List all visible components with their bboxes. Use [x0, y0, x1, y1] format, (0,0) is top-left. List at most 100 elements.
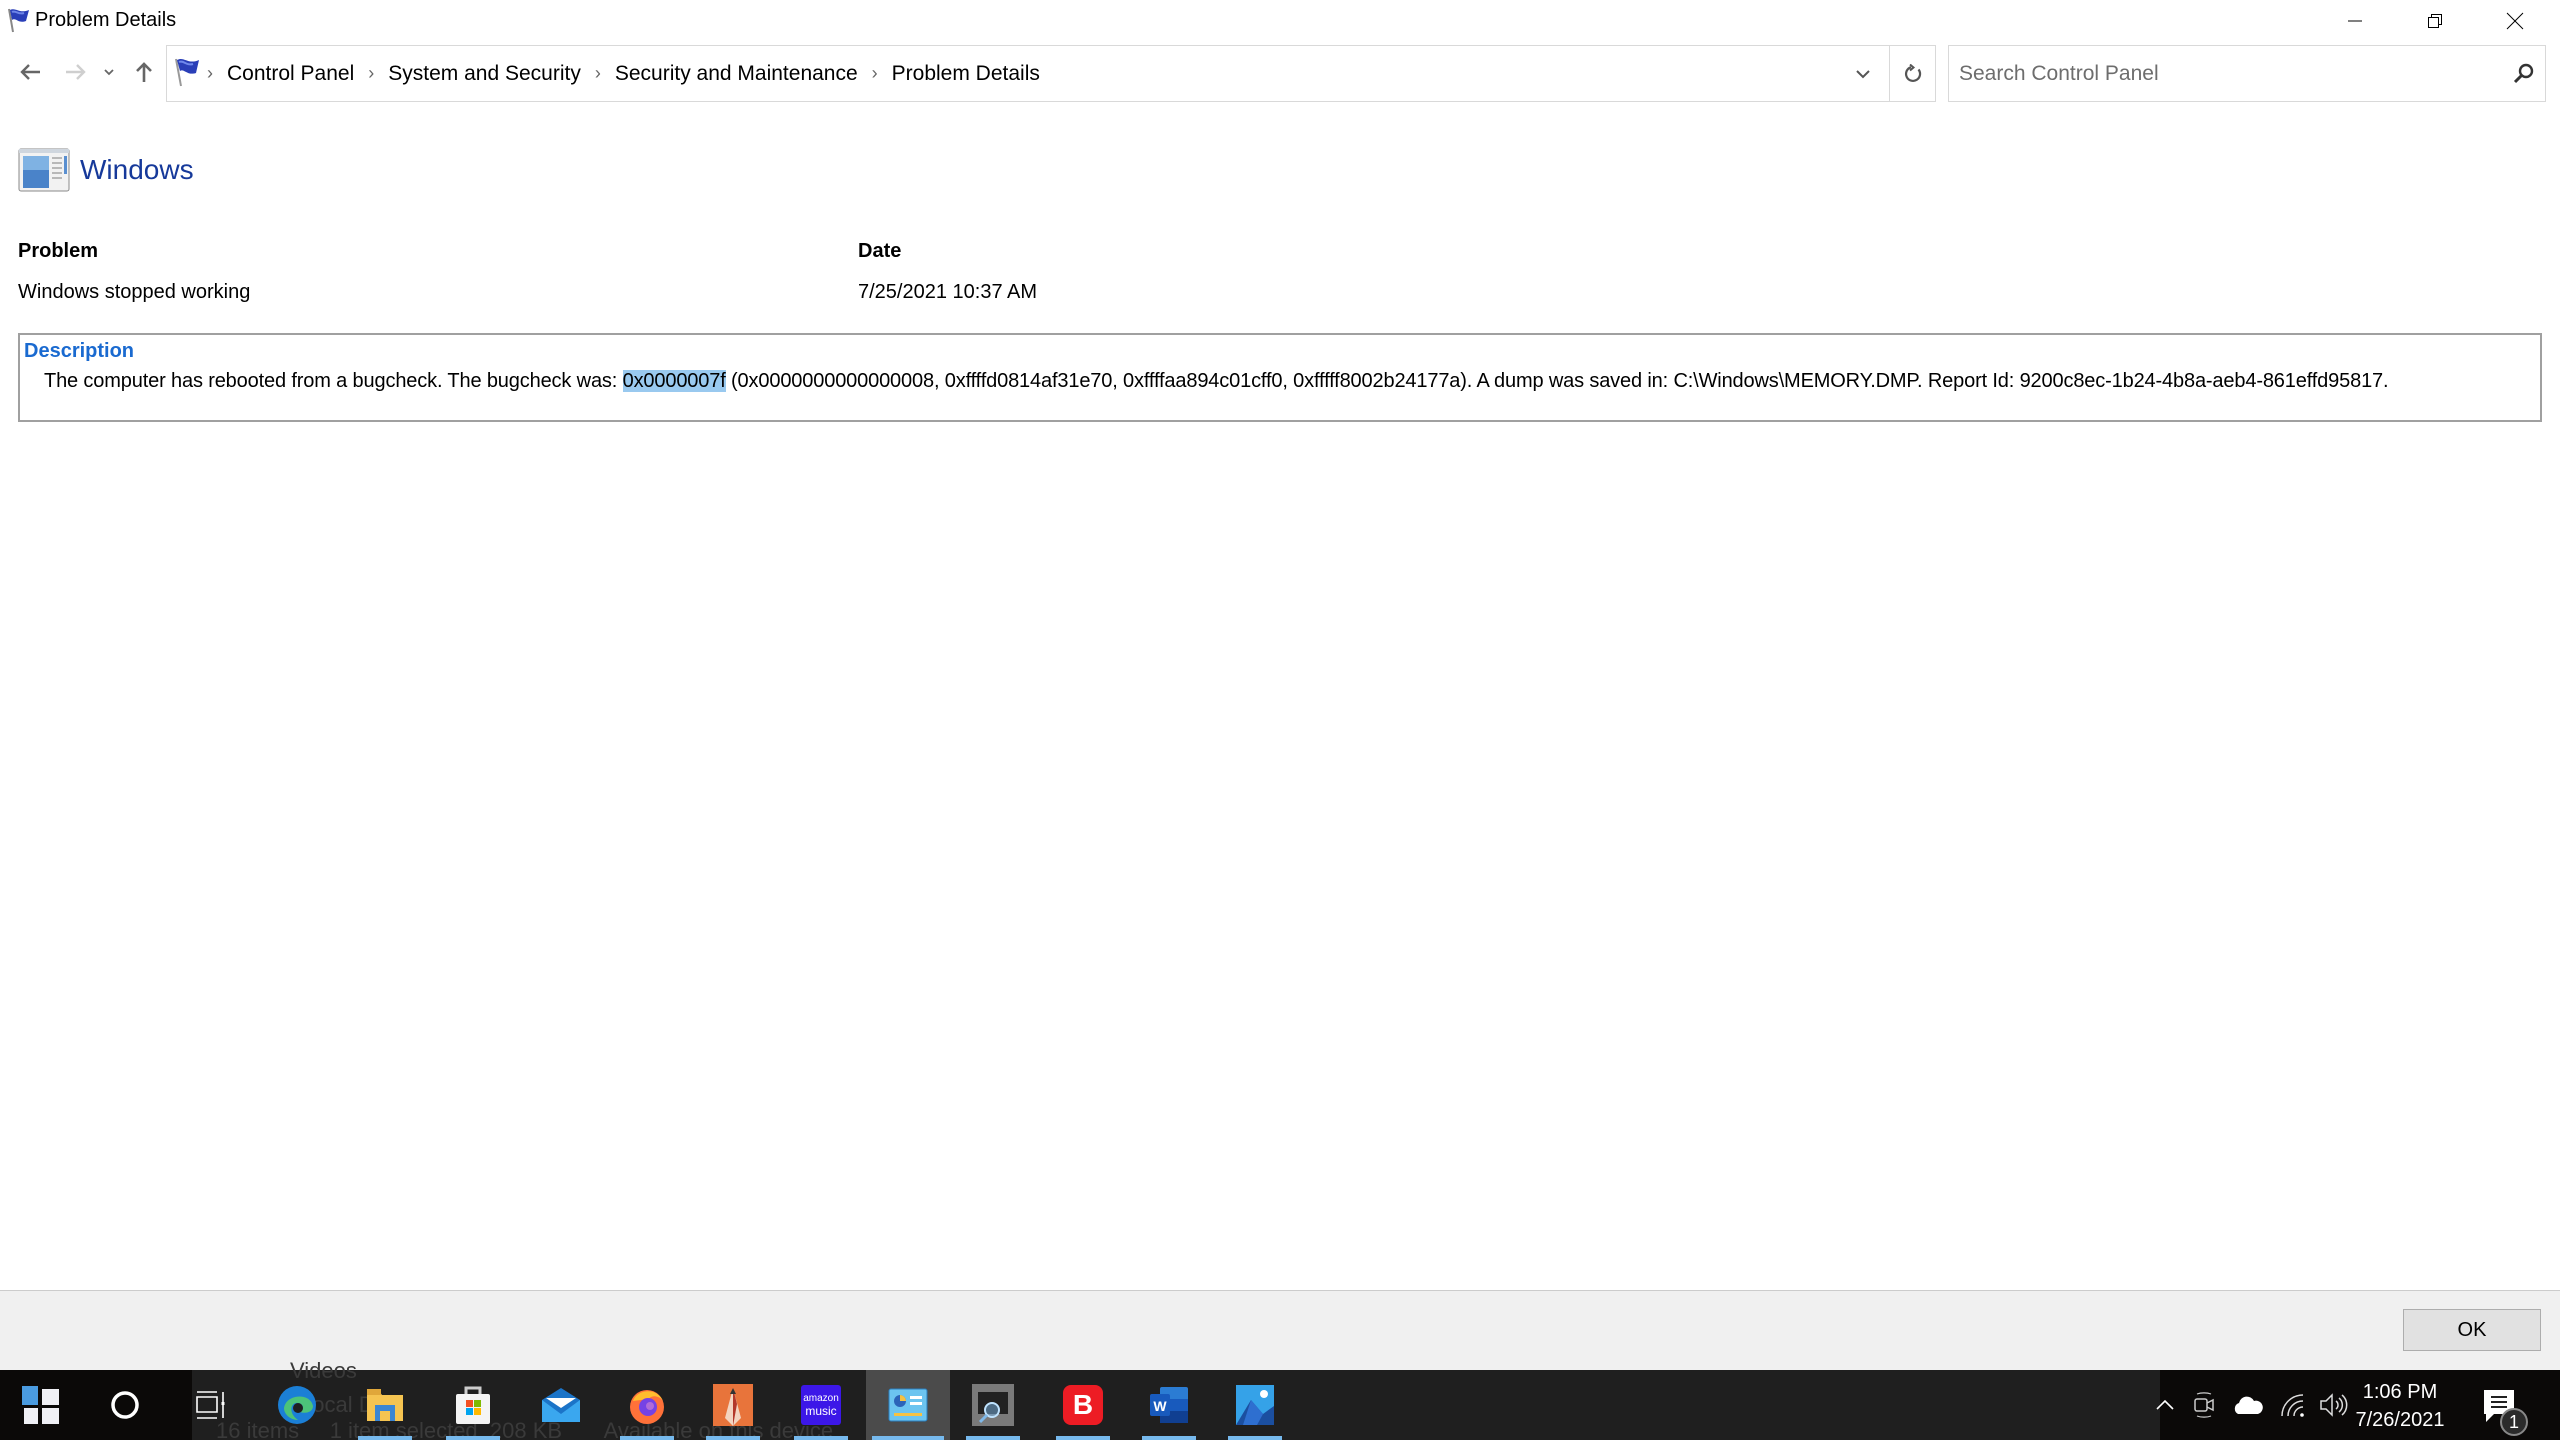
running-indicator — [706, 1436, 760, 1440]
task-view-button[interactable] — [178, 1370, 244, 1440]
restore-button[interactable] — [2395, 0, 2475, 42]
running-indicator — [1056, 1436, 1110, 1440]
cloud-icon — [2234, 1396, 2263, 1414]
close-icon — [2506, 12, 2524, 30]
notification-count-badge: 1 — [2500, 1408, 2528, 1436]
description-text[interactable]: The computer has rebooted from a bugchec… — [44, 370, 2389, 393]
taskbar-app-word[interactable]: W — [1136, 1370, 1202, 1440]
mail-icon — [542, 1388, 580, 1422]
running-indicator — [620, 1436, 674, 1440]
search-input[interactable] — [1959, 46, 2489, 101]
running-indicator — [794, 1436, 848, 1440]
breadcrumb-separator[interactable]: › — [595, 63, 601, 84]
taskbar-app-file-explorer[interactable] — [352, 1370, 418, 1440]
magnifier-icon — [972, 1384, 1014, 1426]
minimize-icon — [2348, 20, 2362, 22]
taskbar-app-control-panel[interactable] — [866, 1370, 950, 1440]
taskbar-app-edge[interactable] — [264, 1370, 330, 1440]
show-hidden-icons-button[interactable] — [2150, 1370, 2180, 1440]
description-box[interactable]: Description The computer has rebooted fr… — [18, 333, 2542, 422]
restore-icon — [2428, 14, 2442, 28]
taskbar-clock[interactable]: 1:06 PM 7/26/2021 — [2330, 1378, 2470, 1434]
taskbar-app-store[interactable] — [440, 1370, 506, 1440]
navigation-bar: › Control Panel › System and Security › … — [0, 42, 2560, 106]
address-bar[interactable]: › Control Panel › System and Security › … — [166, 45, 1936, 102]
taskbar-app-bitdefender[interactable]: B — [1050, 1370, 1116, 1440]
taskbar-app-photos[interactable] — [1222, 1370, 1288, 1440]
bitdefender-icon: B — [1063, 1385, 1103, 1425]
date-value: 7/25/2021 10:37 AM — [858, 281, 1038, 303]
description-label: Description — [24, 340, 135, 362]
breadcrumb-system-and-security[interactable]: System and Security — [388, 62, 581, 86]
amazon-music-label-bottom: music — [805, 1404, 837, 1418]
program-title: Windows — [80, 154, 194, 185]
search-icon[interactable] — [2513, 62, 2535, 84]
dialog-footer: OK — [0, 1290, 2560, 1370]
start-button[interactable] — [8, 1370, 74, 1440]
pencil-icon — [713, 1384, 753, 1426]
problem-label: Problem — [18, 240, 99, 262]
taskbar-app-mail[interactable] — [528, 1370, 594, 1440]
svg-text:W: W — [1153, 1398, 1167, 1414]
wifi-icon — [2281, 1394, 2304, 1417]
up-button[interactable] — [128, 54, 160, 90]
flag-icon — [8, 8, 29, 33]
window-title: Problem Details — [35, 9, 177, 31]
back-button[interactable] — [14, 54, 46, 90]
running-indicator — [966, 1436, 1020, 1440]
search-box[interactable] — [1948, 45, 2546, 102]
taskbar-app-sketchbook[interactable] — [700, 1370, 766, 1440]
firefox-icon — [630, 1390, 664, 1424]
selected-bugcheck-code[interactable]: 0x0000007f — [622, 370, 726, 392]
running-indicator — [1228, 1436, 1282, 1440]
clock-date: 7/26/2021 — [2355, 1409, 2445, 1431]
tray-meet-now[interactable] — [2190, 1370, 2220, 1440]
ok-button[interactable]: OK — [2403, 1309, 2541, 1351]
store-icon — [456, 1386, 490, 1424]
flag-icon — [175, 58, 199, 87]
clock-time: 1:06 PM — [2362, 1381, 2438, 1403]
windows-logo-icon — [22, 1386, 59, 1424]
word-icon: W — [1150, 1387, 1188, 1423]
forward-button[interactable] — [60, 54, 92, 90]
taskbar-app-amazon-music[interactable]: amazon music — [788, 1370, 854, 1440]
chevron-down-icon — [104, 69, 114, 76]
arrow-up-icon — [136, 62, 152, 82]
video-camera-icon — [2194, 1392, 2214, 1418]
breadcrumb-control-panel[interactable]: Control Panel — [227, 62, 354, 86]
breadcrumb-separator[interactable]: › — [368, 63, 374, 84]
date-label: Date — [858, 240, 902, 262]
description-text-after: (0x0000000000000008, 0xffffd0814af31e70,… — [725, 370, 2389, 392]
running-indicator — [446, 1436, 500, 1440]
amazon-music-icon: amazon music — [801, 1385, 841, 1425]
title-bar: Problem Details — [0, 0, 2560, 42]
breadcrumb-security-and-maintenance[interactable]: Security and Maintenance — [615, 62, 858, 86]
taskbar: Videos Local Disk 16 items 1 item select… — [0, 1358, 2560, 1440]
running-indicator — [872, 1436, 944, 1440]
address-dropdown-button[interactable] — [1837, 46, 1889, 101]
folder-icon — [367, 1389, 403, 1421]
photos-icon — [1236, 1385, 1274, 1425]
breadcrumb: › Control Panel › System and Security › … — [207, 46, 1040, 101]
chevron-up-icon — [2156, 1399, 2174, 1410]
running-indicator — [1142, 1436, 1196, 1440]
close-button[interactable] — [2475, 0, 2555, 42]
tray-network[interactable] — [2275, 1370, 2311, 1440]
chevron-down-icon — [1856, 69, 1870, 78]
taskbar-app-reliability-monitor[interactable] — [960, 1370, 1026, 1440]
refresh-icon — [1904, 63, 1921, 82]
program-window-icon — [18, 148, 70, 192]
tray-onedrive[interactable] — [2228, 1370, 2268, 1440]
cortana-button[interactable] — [92, 1370, 158, 1440]
breadcrumb-separator[interactable]: › — [872, 63, 878, 84]
arrow-left-icon — [20, 64, 40, 80]
breadcrumb-separator[interactable]: › — [207, 63, 213, 84]
taskbar-app-firefox[interactable] — [614, 1370, 680, 1440]
refresh-button[interactable] — [1889, 46, 1935, 101]
minimize-button[interactable] — [2315, 0, 2395, 42]
program-heading: Windows — [18, 148, 194, 192]
control-panel-icon — [888, 1388, 928, 1422]
description-text-before: The computer has rebooted from a bugchec… — [44, 370, 623, 392]
recent-locations-button[interactable] — [98, 54, 120, 90]
breadcrumb-problem-details[interactable]: Problem Details — [892, 62, 1040, 86]
